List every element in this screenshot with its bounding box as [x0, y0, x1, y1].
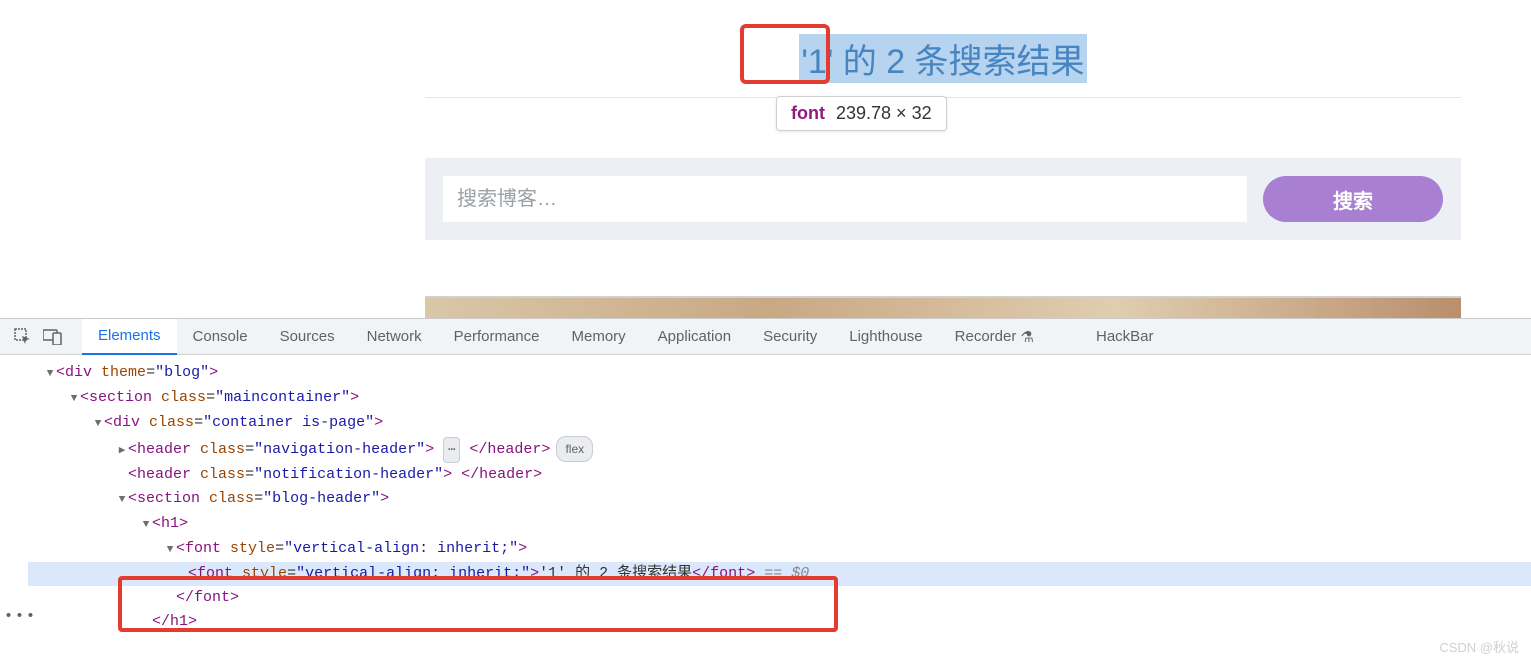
- page-content: '1' 的 2 条搜索结果 搜索: [425, 0, 1531, 240]
- device-toggle-icon[interactable]: [38, 322, 68, 352]
- dom-line[interactable]: <h1>: [28, 512, 1531, 537]
- devtools-panel: Elements Console Sources Network Perform…: [0, 318, 1531, 662]
- dom-line[interactable]: <font style="vertical-align: inherit;">: [28, 537, 1531, 562]
- tab-network[interactable]: Network: [351, 319, 438, 355]
- dollar-zero-marker: == $0: [764, 565, 809, 582]
- dom-line[interactable]: <header class="notification-header"> </h…: [28, 463, 1531, 487]
- expand-icon[interactable]: [44, 362, 56, 386]
- devtools-tabbar: Elements Console Sources Network Perform…: [0, 319, 1531, 355]
- page-title: '1' 的 2 条搜索结果: [799, 34, 1086, 83]
- hero-image-strip: [425, 296, 1461, 318]
- tooltip-dims: 239.78 × 32: [836, 103, 932, 123]
- tab-performance[interactable]: Performance: [438, 319, 556, 355]
- inspect-icon[interactable]: [8, 322, 38, 352]
- ellipsis-icon[interactable]: ⋯: [443, 437, 460, 463]
- dom-tree[interactable]: ••• <div theme="blog"> <section class="m…: [0, 355, 1531, 640]
- tab-hackbar[interactable]: HackBar: [1080, 319, 1170, 355]
- dom-line[interactable]: <div theme="blog">: [28, 361, 1531, 386]
- expand-icon[interactable]: [92, 412, 104, 436]
- expand-icon[interactable]: [116, 488, 128, 512]
- dom-line[interactable]: <section class="blog-header">: [28, 487, 1531, 512]
- tab-security[interactable]: Security: [747, 319, 833, 355]
- tab-recorder-label: Recorder: [955, 328, 1017, 345]
- expand-icon[interactable]: [68, 387, 80, 411]
- tab-sources[interactable]: Sources: [264, 319, 351, 355]
- tab-lighthouse[interactable]: Lighthouse: [833, 319, 938, 355]
- watermark: CSDN @秋说: [1439, 637, 1519, 656]
- expand-icon[interactable]: [164, 538, 176, 562]
- dom-line[interactable]: <section class="maincontainer">: [28, 386, 1531, 411]
- tooltip-tag: font: [791, 103, 825, 123]
- dom-line[interactable]: <div class="container is-page">: [28, 411, 1531, 436]
- search-block: 搜索: [425, 158, 1461, 240]
- dom-line[interactable]: </h1>: [28, 610, 1531, 634]
- expand-icon[interactable]: [116, 439, 128, 463]
- tab-memory[interactable]: Memory: [556, 319, 642, 355]
- tab-elements[interactable]: Elements: [82, 319, 177, 355]
- tab-console[interactable]: Console: [177, 319, 264, 355]
- tab-application[interactable]: Application: [642, 319, 747, 355]
- heading-wrap: '1' 的 2 条搜索结果: [425, 0, 1461, 83]
- webpage-viewport: '1' 的 2 条搜索结果 搜索 font 239.78 × 32: [0, 0, 1531, 318]
- dom-line[interactable]: </font>: [28, 586, 1531, 610]
- flask-icon: ⚗: [1021, 328, 1034, 346]
- search-button[interactable]: 搜索: [1263, 176, 1443, 222]
- expand-icon[interactable]: [140, 513, 152, 537]
- flex-badge[interactable]: flex: [556, 436, 593, 462]
- search-input[interactable]: [443, 176, 1247, 222]
- dom-line-selected[interactable]: <font style="vertical-align: inherit;">'…: [28, 562, 1531, 586]
- inspect-tooltip: font 239.78 × 32: [776, 96, 947, 131]
- dom-line[interactable]: <header class="navigation-header"> ⋯ </h…: [28, 436, 1531, 463]
- tab-recorder[interactable]: Recorder ⚗: [939, 319, 1050, 355]
